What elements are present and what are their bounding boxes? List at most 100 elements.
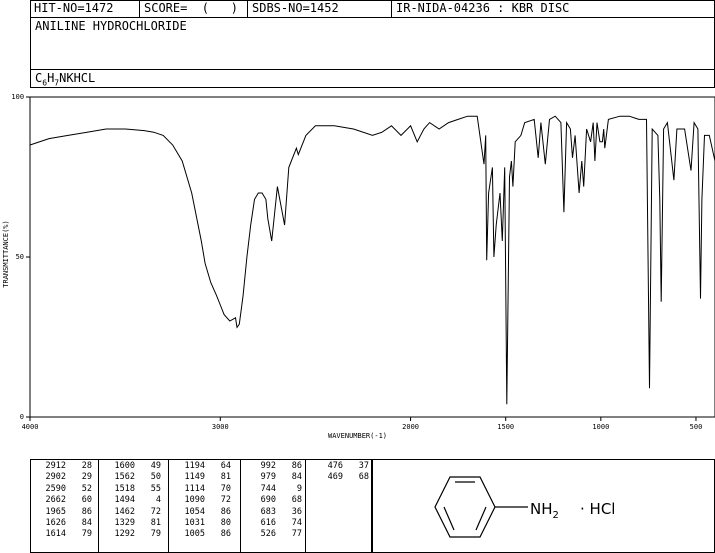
peak-row: 744 9 bbox=[246, 484, 302, 495]
x-tick-label-1000: 1000 bbox=[592, 423, 610, 431]
peak-column: 1600 49 1562 50 1518 55 1494 4 1462 72 1329 81 1292 7… bbox=[105, 461, 161, 541]
peak-transmittance: 28 bbox=[81, 461, 92, 471]
peak-transmittance: 81 bbox=[150, 517, 161, 528]
peak-row: 1626 84 bbox=[36, 518, 92, 529]
peak-transmittance: 55 bbox=[150, 483, 161, 494]
benzene-ring-icon bbox=[434, 476, 528, 538]
peak-transmittance: 50 bbox=[150, 472, 161, 483]
peak-transmittance: 86 bbox=[291, 461, 302, 471]
peak-wavenumber: 2902 bbox=[45, 472, 66, 483]
peak-column: 1194 64 1149 81 1114 70 1090 72 1054 86 1031 80 1005… bbox=[175, 461, 231, 541]
peak-transmittance: 80 bbox=[220, 517, 231, 528]
peak-wavenumber: 1194 bbox=[184, 461, 205, 471]
peak-wavenumber: 2912 bbox=[45, 461, 66, 471]
peak-transmittance: 9 bbox=[296, 483, 302, 494]
peak-transmittance: 49 bbox=[150, 461, 161, 471]
peak-transmittance: 72 bbox=[220, 495, 231, 506]
peak-row: 1005 86 bbox=[175, 529, 231, 540]
peak-transmittance: 29 bbox=[81, 472, 92, 483]
x-axis-label: WAVENUMBER(-1) bbox=[328, 432, 388, 440]
peak-row: 1054 86 bbox=[175, 507, 231, 518]
peak-row: 2912 28 bbox=[36, 461, 92, 472]
peak-transmittance: 74 bbox=[291, 517, 302, 528]
peak-row: 979 84 bbox=[246, 472, 302, 483]
peak-column: 476 37 469 68 bbox=[313, 461, 369, 484]
peak-row: 683 36 bbox=[246, 507, 302, 518]
peak-row: 1462 72 bbox=[105, 507, 161, 518]
peak-row: 1292 79 bbox=[105, 529, 161, 540]
peak-wavenumber: 1965 bbox=[45, 506, 66, 517]
peak-row: 1562 50 bbox=[105, 472, 161, 483]
x-tick-label-1500: 1500 bbox=[497, 423, 515, 431]
peak-wavenumber: 1329 bbox=[114, 517, 135, 528]
peak-transmittance: 79 bbox=[150, 529, 161, 540]
y-axis-label: TRANSMITTANCE(%) bbox=[2, 220, 10, 288]
x-tick-label-2000: 2000 bbox=[402, 423, 419, 431]
peak-wavenumber: 1054 bbox=[184, 506, 205, 517]
peak-wavenumber: 616 bbox=[260, 517, 276, 528]
peak-transmittance: 36 bbox=[291, 506, 302, 517]
peak-wavenumber: 1494 bbox=[114, 495, 135, 506]
peak-transmittance: 64 bbox=[220, 461, 231, 471]
peak-transmittance: 81 bbox=[220, 472, 231, 483]
peak-row: 1194 64 bbox=[175, 461, 231, 472]
peak-column: 992 86 979 84 744 9 690 68 683 36 616 74 526 77 bbox=[246, 461, 302, 541]
peak-wavenumber: 1292 bbox=[114, 529, 135, 540]
peak-transmittance: 52 bbox=[81, 483, 92, 494]
peak-row: 469 68 bbox=[313, 472, 369, 483]
peak-wavenumber: 2662 bbox=[45, 495, 66, 506]
peak-wavenumber: 1518 bbox=[114, 483, 135, 494]
peak-wavenumber: 683 bbox=[260, 506, 276, 517]
peak-wavenumber: 690 bbox=[260, 495, 276, 506]
amine-group: NH2 bbox=[530, 500, 559, 521]
peak-row: 616 74 bbox=[246, 518, 302, 529]
peak-wavenumber: 1090 bbox=[184, 495, 205, 506]
peak-row: 2902 29 bbox=[36, 472, 92, 483]
peak-transmittance: 37 bbox=[358, 461, 369, 471]
x-tick-label-500: 500 bbox=[689, 423, 703, 431]
peak-transmittance: 84 bbox=[291, 472, 302, 483]
peak-wavenumber: 992 bbox=[260, 461, 276, 471]
peak-wavenumber: 1626 bbox=[45, 517, 66, 528]
peak-row: 1965 86 bbox=[36, 507, 92, 518]
peak-wavenumber: 744 bbox=[260, 483, 276, 494]
x-tick-label-4000: 4000 bbox=[21, 423, 39, 431]
peak-transmittance: 79 bbox=[81, 529, 92, 540]
peak-wavenumber: 2590 bbox=[45, 483, 66, 494]
y-tick-label-100: 100 bbox=[11, 93, 25, 101]
peak-transmittance: 68 bbox=[291, 495, 302, 506]
peak-row: 1114 70 bbox=[175, 484, 231, 495]
peak-transmittance: 86 bbox=[81, 506, 92, 517]
peak-wavenumber: 1149 bbox=[184, 472, 205, 483]
peak-transmittance: 77 bbox=[291, 529, 302, 540]
peak-transmittance: 68 bbox=[358, 472, 369, 483]
peak-row: 1600 49 bbox=[105, 461, 161, 472]
peak-wavenumber: 526 bbox=[260, 529, 276, 540]
peak-row: 2662 60 bbox=[36, 495, 92, 506]
peak-wavenumber: 1005 bbox=[184, 529, 205, 540]
peak-wavenumber: 476 bbox=[327, 461, 343, 471]
peak-row: 992 86 bbox=[246, 461, 302, 472]
peak-transmittance: 60 bbox=[81, 495, 92, 506]
peak-row: 690 68 bbox=[246, 495, 302, 506]
peak-wavenumber: 1462 bbox=[114, 506, 135, 517]
peak-row: 1329 81 bbox=[105, 518, 161, 529]
peak-row: 1494 4 bbox=[105, 495, 161, 506]
y-tick-label-0: 0 bbox=[19, 413, 25, 421]
peak-row: 1090 72 bbox=[175, 495, 231, 506]
peak-wavenumber: 1114 bbox=[184, 483, 205, 494]
peak-wavenumber: 1614 bbox=[45, 529, 66, 540]
peak-transmittance: 70 bbox=[220, 483, 231, 494]
peak-wavenumber: 469 bbox=[327, 472, 343, 483]
peak-row: 526 77 bbox=[246, 529, 302, 540]
peak-row: 2590 52 bbox=[36, 484, 92, 495]
peak-row: 476 37 bbox=[313, 461, 369, 472]
peak-transmittance: 4 bbox=[155, 495, 161, 506]
y-tick-label-50: 50 bbox=[15, 253, 25, 261]
peak-column: 2912 28 2902 29 2590 52 2662 60 1965 86 1626 84 1614… bbox=[36, 461, 92, 541]
ir-spectrum-chart bbox=[26, 96, 715, 421]
peak-row: 1031 80 bbox=[175, 518, 231, 529]
peak-transmittance: 86 bbox=[220, 506, 231, 517]
peak-transmittance: 72 bbox=[150, 506, 161, 517]
spectrum-line bbox=[29, 115, 715, 405]
